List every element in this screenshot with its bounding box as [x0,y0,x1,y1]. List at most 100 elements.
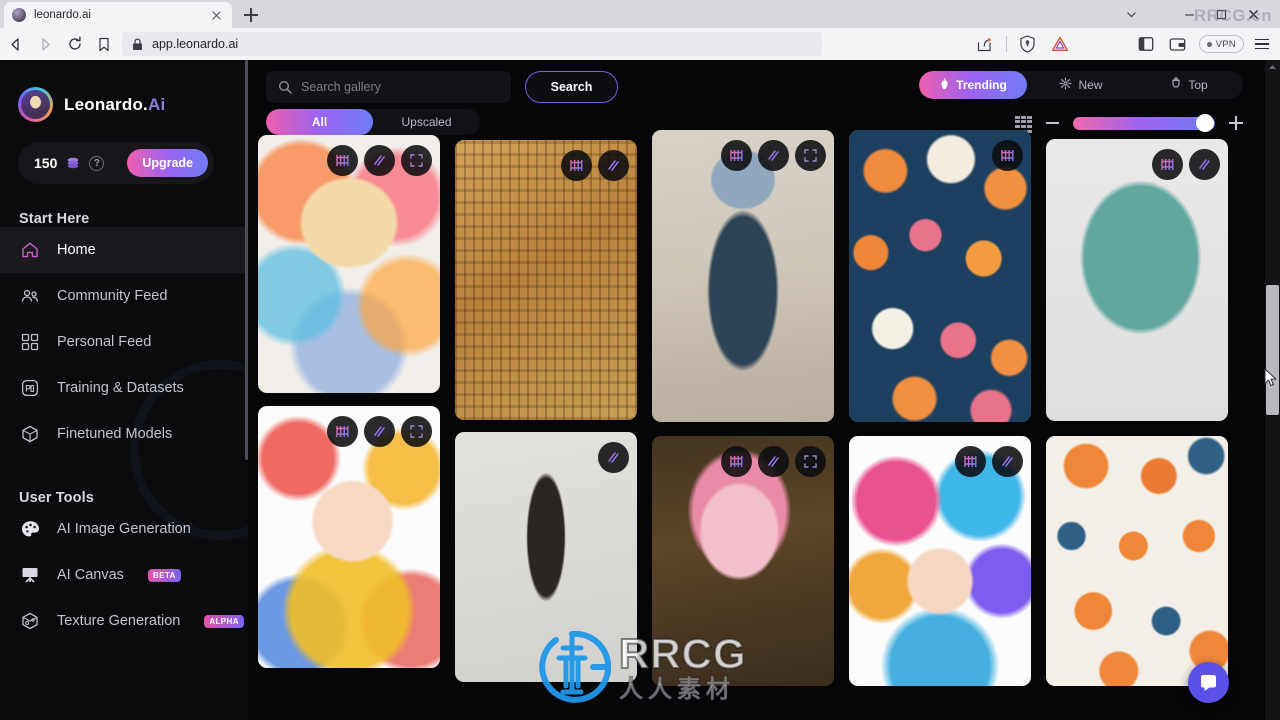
sidebar-item-ai-canvas[interactable]: AI Canvas BETA [0,552,248,598]
gallery-card-rainbow-hair-girl[interactable] [849,436,1031,686]
card-actions [327,145,432,176]
motion-icon[interactable] [992,446,1023,477]
minus-icon[interactable] [1046,122,1059,124]
expand-icon[interactable] [401,416,432,447]
motion-icon[interactable] [1189,149,1220,180]
grid-density-icon[interactable] [1015,115,1032,133]
scroll-up-arrow-icon[interactable] [1265,60,1280,75]
search-field-wrapper[interactable] [266,71,511,103]
close-window-icon[interactable] [1238,0,1268,28]
expand-icon[interactable] [795,446,826,477]
sidebar-item-ai-image-generation[interactable]: AI Image Generation [0,506,248,552]
gallery-card-floral-pattern-cream[interactable] [1046,436,1228,686]
artwork-thumbnail [849,130,1031,422]
expand-icon[interactable] [401,145,432,176]
browser-toolbar: app.leonardo.ai VPN [0,28,1280,60]
share-icon[interactable] [970,31,1000,57]
gallery-card-blue-hair-warrior[interactable] [652,130,834,422]
gallery-card-fantasy-woman-sheet[interactable] [455,432,637,682]
main-content: Search All Upscaled Trending [248,60,1265,720]
chat-bubble-icon[interactable] [1188,662,1229,703]
sidebar-item-personal-feed[interactable]: Personal Feed [0,319,248,365]
sidebar-item-label: Community Feed [57,288,168,304]
remix-icon[interactable] [327,416,358,447]
forward-arrow-icon[interactable] [30,31,60,57]
minimize-icon[interactable] [1174,0,1204,28]
gallery-card-koala-on-bicycle[interactable] [1046,139,1228,421]
remix-icon[interactable] [721,446,752,477]
motion-icon[interactable] [758,140,789,171]
tab-top[interactable]: Top [1135,71,1243,99]
sidebar-item-community-feed[interactable]: Community Feed [0,273,248,319]
search-input[interactable] [301,80,499,94]
gallery-card-egyptian-hieroglyphs[interactable] [455,140,637,420]
chevron-down-icon[interactable] [1116,0,1146,28]
remix-icon[interactable] [721,140,752,171]
leo-ai-icon[interactable] [1045,31,1075,57]
card-actions [327,416,432,447]
tab-label: Top [1188,78,1208,92]
url-text: app.leonardo.ai [152,37,239,51]
sidebar-item-home[interactable]: Home [0,227,248,273]
remix-icon[interactable] [992,140,1023,171]
gallery-card-floral-pattern-navy[interactable] [849,130,1031,422]
sidebar-panel-icon[interactable] [1131,31,1161,57]
tab-label: Trending [956,78,1007,92]
motion-icon[interactable] [364,145,395,176]
brave-shields-icon[interactable] [1013,31,1043,57]
card-actions [992,140,1023,171]
remix-icon[interactable] [327,145,358,176]
expand-icon[interactable] [795,140,826,171]
reload-icon[interactable] [60,31,90,57]
scrollbar-thumb[interactable] [1266,285,1279,415]
browser-window: leonardo.ai RRCG.cn app.leonardo.ai VPN … [0,0,1280,720]
motion-icon[interactable] [598,442,629,473]
back-arrow-icon[interactable] [0,31,30,57]
motion-icon[interactable] [364,416,395,447]
zoom-slider[interactable] [1073,114,1215,132]
tab-trending[interactable]: Trending [919,71,1027,99]
browser-tab[interactable]: leonardo.ai [4,2,232,28]
remix-icon[interactable] [955,446,986,477]
wallet-icon[interactable] [1163,31,1193,57]
close-tab-icon[interactable] [209,8,224,23]
gallery-card-pink-hair-portrait[interactable] [652,436,834,686]
mouse-cursor [1264,367,1277,392]
brand-logo-block[interactable]: Leonardo.Ai [0,60,248,122]
sidebar-item-finetuned-models[interactable]: Finetuned Models [0,411,248,457]
remix-icon[interactable] [561,150,592,181]
card-actions [721,140,826,171]
easel-icon [19,564,41,586]
help-circle-icon[interactable]: ? [89,155,105,171]
plus-icon[interactable] [1229,116,1243,130]
sidebar-item-label: Training & Datasets [57,380,184,396]
vpn-badge[interactable]: VPN [1198,35,1244,53]
tab-upscaled[interactable]: Upscaled [373,109,480,135]
tab-all[interactable]: All [266,109,373,135]
sidebar-item-texture-generation[interactable]: Texture Generation ALPHA [0,598,248,644]
tab-label: New [1078,78,1103,92]
zoom-slider-thumb[interactable] [1196,114,1214,132]
sidebar-section-start-here: Start Here [19,211,90,227]
gallery-card-girl-glasses-splash[interactable] [258,406,440,668]
remix-icon[interactable] [1152,149,1183,180]
upgrade-button[interactable]: Upgrade [127,149,208,177]
sidebar-section-user-tools: User Tools [19,490,94,506]
bookmark-icon[interactable] [90,31,118,57]
gallery-card-lion-sunglasses-watercolor[interactable] [258,135,440,393]
badge-alpha: ALPHA [204,614,244,628]
sidebar-item-label: Personal Feed [57,334,152,350]
sidebar-item-label: Finetuned Models [57,426,173,442]
tab-new[interactable]: New [1027,71,1135,99]
sidebar-item-training-datasets[interactable]: Training & Datasets [0,365,248,411]
search-icon [278,80,292,94]
hamburger-menu-icon[interactable] [1250,31,1274,57]
motion-icon[interactable] [598,150,629,181]
maximize-icon[interactable] [1206,0,1236,28]
search-button[interactable]: Search [525,71,618,103]
url-bar[interactable]: app.leonardo.ai [122,32,822,56]
card-actions [1152,149,1220,180]
leonardo-favicon-icon [12,8,26,22]
motion-icon[interactable] [758,446,789,477]
new-tab-button[interactable] [240,4,262,26]
